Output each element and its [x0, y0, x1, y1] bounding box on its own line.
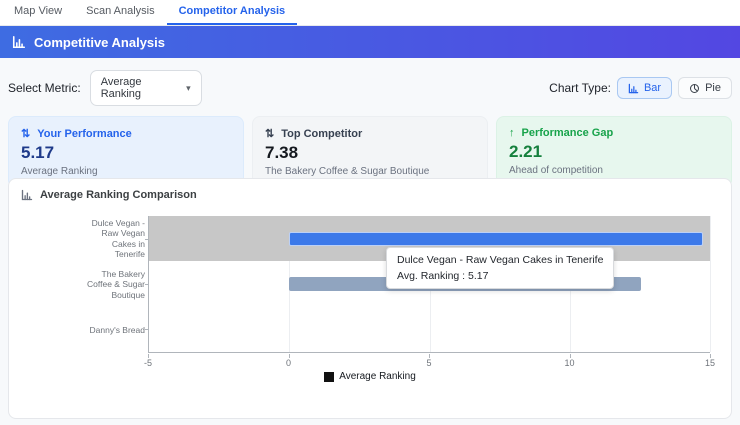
plot-area: Dulce Vegan - Raw Vegan Cakes in Tenerif…	[145, 216, 711, 353]
bar-chart-button[interactable]: Bar	[616, 77, 673, 99]
pie-chart-icon	[690, 83, 700, 93]
x-axis-tick-label: 0	[285, 358, 292, 368]
page-header: Competitive Analysis	[0, 26, 740, 58]
x-axis-tick-label: 10	[564, 358, 575, 368]
chart-panel: Average Ranking Comparison Dulce Vegan -…	[8, 178, 732, 419]
chevron-down-icon: ▾	[186, 82, 191, 93]
up-down-arrows-icon: ⇅	[21, 128, 31, 140]
pie-chart-button[interactable]: Pie	[678, 77, 732, 99]
tab-scan-analysis[interactable]: Scan Analysis	[74, 0, 166, 25]
card-title-row: ↑ Performance Gap	[509, 127, 719, 139]
chart-tooltip: Dulce Vegan - Raw Vegan Cakes in Tenerif…	[386, 247, 615, 289]
x-axis-tick-label: -5	[143, 358, 153, 368]
up-arrow-icon: ↑	[509, 127, 515, 139]
bar-chart-icon	[12, 35, 26, 49]
y-axis-labels: Dulce Vegan - Raw Vegan Cakes in Tenerif…	[67, 216, 145, 353]
legend-swatch	[324, 371, 335, 382]
x-axis: -5 0 5 10 15	[144, 354, 715, 370]
x-axis-tick-label: 15	[704, 358, 716, 368]
y-axis-tick	[145, 284, 149, 285]
tooltip-value: Avg. Ranking : 5.17	[397, 270, 489, 282]
chart-type-label: Chart Type:	[549, 81, 611, 95]
up-down-arrows-icon: ⇅	[265, 128, 275, 140]
select-metric-label: Select Metric:	[8, 81, 81, 95]
tab-bar: Map View Scan Analysis Competitor Analys…	[0, 0, 740, 26]
card-subtitle: The Bakery Coffee & Sugar Boutique	[265, 166, 430, 177]
card-subtitle: Average Ranking	[21, 166, 98, 177]
bar-button-label: Bar	[643, 82, 662, 94]
y-axis-label: Dulce Vegan - Raw Vegan Cakes in Tenerif…	[91, 217, 145, 260]
y-axis-tick	[145, 329, 149, 331]
pie-button-label: Pie	[705, 82, 721, 94]
page-title: Competitive Analysis	[34, 34, 166, 50]
legend-label: Average Ranking	[339, 371, 416, 382]
card-title: Your Performance	[37, 127, 132, 140]
chart-panel-title-row: Average Ranking Comparison	[9, 179, 731, 211]
card-title: Performance Gap	[521, 127, 614, 139]
metric-dropdown-value: Average Ranking	[100, 76, 142, 100]
card-subtitle: Ahead of competition	[509, 165, 603, 176]
bar-chart-icon	[21, 189, 33, 201]
gridline	[710, 216, 711, 352]
chart-type-group: Chart Type: Bar Pie	[549, 77, 732, 99]
y-axis-tick	[145, 238, 149, 240]
card-value: 5.17	[21, 143, 55, 162]
chart-title: Average Ranking Comparison	[40, 189, 197, 201]
y-axis-label: The Bakery Coffee & Sugar Boutique	[87, 268, 145, 300]
tab-map-view[interactable]: Map View	[2, 0, 74, 25]
tooltip-title: Dulce Vegan - Raw Vegan Cakes in Tenerif…	[397, 254, 604, 266]
card-title-row: ⇅ Top Competitor	[265, 127, 475, 141]
chart-legend[interactable]: Average Ranking	[9, 371, 731, 382]
bar-chart-icon	[628, 83, 639, 93]
card-title: Top Competitor	[281, 127, 363, 140]
bar-0[interactable]	[289, 231, 703, 246]
competitor-analysis-page: Map View Scan Analysis Competitor Analys…	[0, 0, 740, 425]
card-title-row: ⇅ Your Performance	[21, 127, 231, 141]
controls-row: Select Metric: Average Ranking ▾ Chart T…	[0, 58, 740, 116]
card-value: 2.21	[509, 142, 543, 161]
x-axis-tick-label: 5	[426, 358, 432, 368]
metric-dropdown[interactable]: Average Ranking ▾	[89, 70, 202, 106]
y-axis-label: Danny's Bread	[89, 324, 146, 335]
card-value: 7.38	[265, 143, 299, 162]
metric-selector-group: Select Metric: Average Ranking ▾	[8, 70, 202, 106]
tab-competitor-analysis[interactable]: Competitor Analysis	[166, 0, 298, 25]
